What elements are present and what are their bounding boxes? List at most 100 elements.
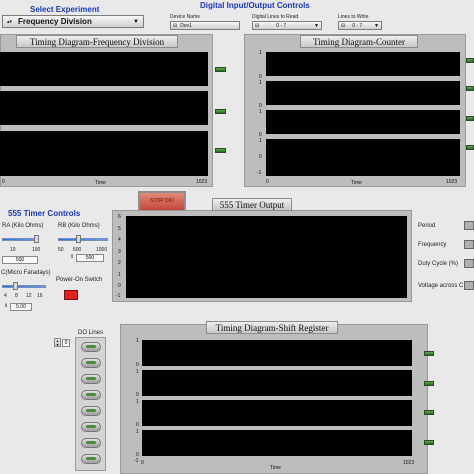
counter-led-4 <box>466 145 474 150</box>
counter-y-tick: 1 <box>259 50 262 56</box>
lines-read-value: 0 - 7 <box>276 22 287 29</box>
power-switch-label: Power-On Switch <box>56 277 103 283</box>
do-line-button[interactable] <box>81 358 101 368</box>
shift-track-2 <box>142 370 412 396</box>
counter-y-tick: 1 <box>259 109 262 115</box>
increment-icon[interactable]: ⇕ <box>4 303 8 309</box>
timer-output-title: 555 Timer Output <box>212 198 292 211</box>
duty-cycle-label: Duty Cycle (%) <box>418 261 459 267</box>
lines-read-input[interactable]: ⊟ 0 - 7 ▼ <box>252 21 322 30</box>
stop-dio-button[interactable]: STOP DIO <box>138 191 186 212</box>
experiment-selected: Frequency Division <box>18 17 92 26</box>
freq-led-2 <box>215 109 226 114</box>
shift-y-tick: 1 <box>136 429 139 435</box>
lines-write-label: Lines to Write <box>338 14 369 20</box>
timer-y-tick: -1 <box>116 293 121 299</box>
do-line-button[interactable] <box>81 438 101 448</box>
do-line-button[interactable] <box>81 390 101 400</box>
timer-y-tick: 1 <box>118 272 121 278</box>
ring-arrows-icon[interactable]: ▴▾ <box>7 19 12 25</box>
period-label: Period <box>418 223 436 229</box>
shift-led-4 <box>424 440 434 445</box>
rb-slider[interactable] <box>58 238 108 241</box>
device-name-value: Dev1 <box>180 22 192 29</box>
voltage-label: Voltage across C <box>418 283 464 289</box>
c-tick: 12 <box>26 293 32 299</box>
freq-x-label: Time <box>95 180 106 186</box>
frequency-division-title: Timing Diagram-Frequency Division <box>16 35 178 48</box>
timer-y-tick: 2 <box>118 260 121 266</box>
rb-tick: 1000 <box>96 247 108 253</box>
rb-tick: 50 <box>58 247 64 253</box>
power-on-switch[interactable] <box>64 290 78 300</box>
lines-write-input[interactable]: ⊟ 0 - 7 ▼ <box>338 21 382 30</box>
timer-controls-heading: 555 Timer Controls <box>8 209 81 218</box>
io-icon: ⊟ <box>341 22 346 29</box>
counter-x-end: 1023 <box>446 179 458 185</box>
shift-led-1 <box>424 351 434 356</box>
freq-led-1 <box>215 67 226 72</box>
chevron-down-icon[interactable]: ▼ <box>314 23 319 29</box>
ra-value[interactable]: 500 <box>2 256 38 264</box>
counter-track-3 <box>266 110 460 134</box>
chevron-down-icon[interactable]: ▼ <box>133 19 139 25</box>
do-lines-array <box>75 337 106 471</box>
shift-y-tick: -1 <box>134 458 139 464</box>
rb-slider-thumb[interactable] <box>76 235 81 243</box>
do-line-button[interactable] <box>81 342 101 352</box>
do-line-button[interactable] <box>81 422 101 432</box>
do-line-button[interactable] <box>81 374 101 384</box>
c-tick: 8 <box>15 293 18 299</box>
experiment-selector[interactable]: ▴▾ Frequency Division ▼ <box>2 15 144 28</box>
period-indicator <box>464 221 474 230</box>
counter-led-3 <box>466 116 474 121</box>
do-lines-index[interactable]: 0 <box>62 339 70 347</box>
ra-slider-thumb[interactable] <box>34 235 39 243</box>
ra-slider[interactable] <box>2 238 38 241</box>
freq-track-2 <box>0 91 208 125</box>
timer-y-tick: 0 <box>118 283 121 289</box>
increment-icon[interactable]: ⇕ <box>70 254 74 260</box>
do-line-button[interactable] <box>81 454 101 464</box>
timer-y-tick: 3 <box>118 249 121 255</box>
frequency-indicator <box>464 240 474 249</box>
counter-y-tick: 1 <box>259 80 262 86</box>
chevron-down-icon[interactable]: ▼ <box>374 23 379 29</box>
rb-value[interactable]: 500 <box>76 254 104 262</box>
ra-label: RA (Kilo Ohms) <box>2 223 44 229</box>
counter-x-start: 0 <box>266 179 269 185</box>
c-slider[interactable] <box>2 285 46 288</box>
shift-led-2 <box>424 381 434 386</box>
duty-cycle-indicator <box>464 259 474 268</box>
shift-y-tick: 1 <box>136 338 139 344</box>
io-icon: ⊟ <box>255 22 260 29</box>
shift-track-4 <box>142 430 412 456</box>
index-stepper[interactable]: ▴ ▾ <box>54 338 61 347</box>
freq-track-3 <box>0 131 208 176</box>
shift-y-tick: 0 <box>136 422 139 428</box>
counter-track-1 <box>266 52 460 76</box>
do-line-button[interactable] <box>81 406 101 416</box>
freq-track-1 <box>0 52 208 86</box>
do-lines-label: DO Lines <box>78 330 104 336</box>
counter-led-1 <box>466 58 474 63</box>
shift-y-tick: 0 <box>136 392 139 398</box>
voltage-indicator <box>464 281 474 290</box>
select-experiment-heading: Select Experiment <box>30 5 100 14</box>
counter-track-2 <box>266 81 460 105</box>
counter-y-tick: 1 <box>259 138 262 144</box>
shift-led-3 <box>424 410 434 415</box>
rb-tick: 500 <box>73 247 82 253</box>
shift-track-3 <box>142 400 412 426</box>
dio-heading: Digital Input/Output Controls <box>200 1 310 10</box>
counter-y-tick: -1 <box>257 170 262 176</box>
c-value[interactable]: 5.00 <box>10 303 32 311</box>
shift-x-start: 0 <box>141 460 144 466</box>
c-tick: 16 <box>37 293 43 299</box>
shift-x-label: Time <box>270 465 281 471</box>
frequency-label: Frequency <box>418 242 447 248</box>
device-name-input[interactable]: ⊟ Dev1 <box>170 21 240 30</box>
timer-y-tick: 5 <box>118 226 121 232</box>
c-slider-thumb[interactable] <box>13 282 18 290</box>
lines-read-label: Digital Lines to Read <box>252 14 299 20</box>
